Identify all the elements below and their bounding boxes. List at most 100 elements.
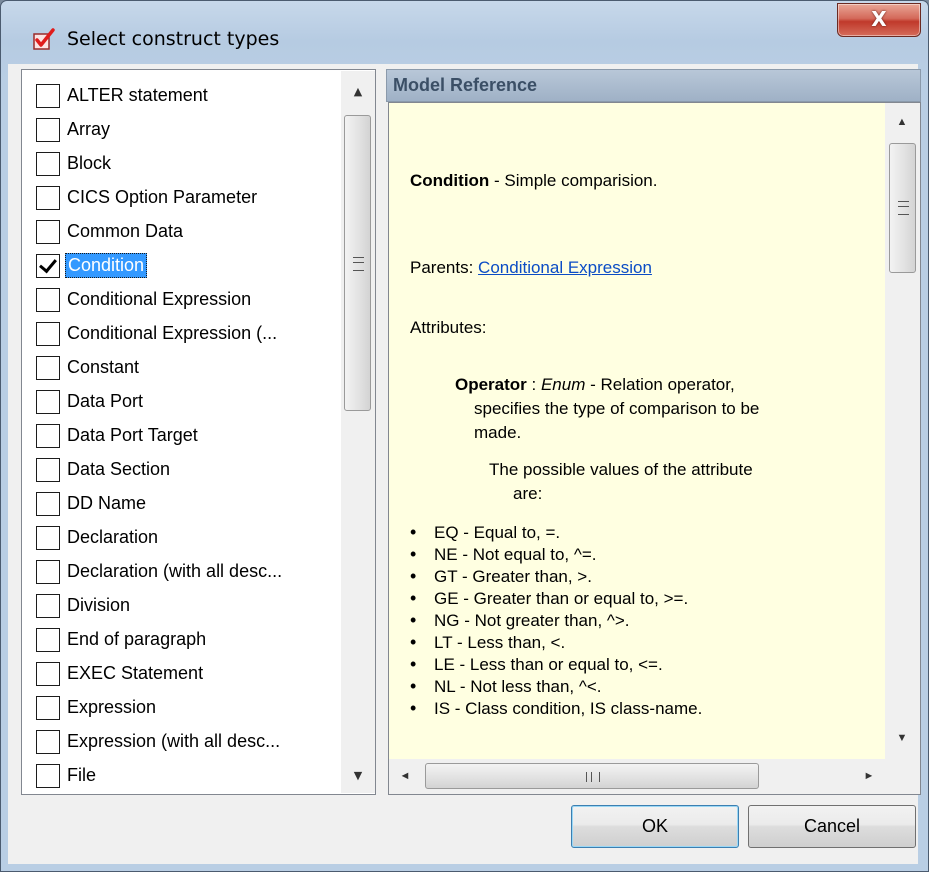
checkbox[interactable] — [36, 593, 60, 618]
list-item-label: CICS Option Parameter — [67, 187, 258, 207]
list-item-cics-option-parameter[interactable]: CICS Option Parameter — [36, 181, 259, 214]
checkbox[interactable] — [36, 151, 60, 176]
list-item-label: Division — [67, 595, 131, 615]
list-item-expression-all[interactable]: Expression (with all desc... — [36, 725, 282, 758]
checkbox[interactable] — [36, 117, 60, 142]
scrollbar-thumb[interactable] — [889, 143, 916, 273]
list-item-label: Declaration — [67, 527, 159, 547]
scroll-up-arrow-icon[interactable]: ▲ — [341, 77, 375, 107]
checkbox[interactable] — [36, 627, 60, 652]
attribute-sep: : — [526, 375, 541, 394]
list-item-label: File — [67, 765, 97, 785]
attribute-desc-line-3: made. — [474, 423, 522, 442]
list-item-label: Expression (with all desc... — [67, 731, 281, 751]
model-reference-panel: Condition - Simple comparision. Parents:… — [388, 102, 921, 795]
checkbox[interactable] — [36, 219, 60, 244]
checkbox-checked[interactable] — [36, 253, 60, 278]
list-item-label: Array — [67, 119, 111, 139]
scroll-left-arrow-icon[interactable]: ◄ — [391, 761, 419, 791]
list-item-exec-statement[interactable]: EXEC Statement — [36, 657, 205, 690]
attribute-type: Enum — [540, 375, 586, 394]
list-item-label: Data Port Target — [67, 425, 198, 445]
list-item-alter-statement[interactable]: ALTER statement — [36, 79, 210, 112]
attribute-desc: - Relation operator, — [585, 375, 735, 394]
scrollbar-thumb[interactable] — [344, 115, 371, 411]
parents-line: Parents: Conditional Expression — [410, 258, 652, 278]
possible-values-intro-2: are: — [513, 484, 543, 503]
list-item-label: EXEC Statement — [67, 663, 204, 683]
list-item-division[interactable]: Division — [36, 589, 132, 622]
checkbox[interactable] — [36, 83, 60, 108]
checkbox[interactable] — [36, 185, 60, 210]
list-item-expression[interactable]: Expression — [36, 691, 158, 724]
checkbox[interactable] — [36, 661, 60, 686]
scroll-down-arrow-icon[interactable]: ▼ — [341, 761, 375, 791]
checkbox[interactable] — [36, 491, 60, 516]
attribute-name: Operator — [455, 375, 527, 394]
reference-vertical-scrollbar[interactable]: ▲ ▼ — [885, 103, 920, 759]
close-icon: X — [871, 7, 887, 31]
list-item-data-port[interactable]: Data Port — [36, 385, 145, 418]
checkbox[interactable] — [36, 389, 60, 414]
list-item-end-of-paragraph[interactable]: End of paragraph — [36, 623, 208, 656]
parents-link[interactable]: Conditional Expression — [478, 258, 652, 277]
list-item-label: Data Port — [67, 391, 144, 411]
grip-icon — [586, 772, 600, 782]
checkbox[interactable] — [36, 695, 60, 720]
checkbox[interactable] — [36, 287, 60, 312]
construct-name: Condition — [410, 171, 490, 190]
list-item-condition[interactable]: Condition — [36, 249, 148, 282]
possible-values-intro: The possible values of the attribute — [489, 460, 753, 479]
scrollbar-thumb[interactable] — [425, 763, 759, 789]
checkmark-app-icon — [33, 28, 55, 50]
cancel-button[interactable]: Cancel — [748, 805, 916, 848]
list-item-declaration-all[interactable]: Declaration (with all desc... — [36, 555, 284, 588]
checkbox[interactable] — [36, 525, 60, 550]
list-item-label: End of paragraph — [67, 629, 207, 649]
checkbox[interactable] — [36, 457, 60, 482]
title-bar[interactable]: Select construct types — [1, 1, 928, 50]
list-item-dd-name[interactable]: DD Name — [36, 487, 148, 520]
close-button[interactable]: X — [837, 3, 921, 37]
attributes-label: Attributes: — [410, 318, 487, 337]
list-item-conditional-expression[interactable]: Conditional Expression — [36, 283, 253, 316]
checkbox[interactable] — [36, 559, 60, 584]
list-item-data-port-target[interactable]: Data Port Target — [36, 419, 200, 452]
list-item-label: Block — [67, 153, 112, 173]
model-reference-title: Model Reference — [393, 75, 538, 95]
list-item-label: Declaration (with all desc... — [67, 561, 283, 581]
list-item-data-section[interactable]: Data Section — [36, 453, 172, 486]
scrollbar-corner — [885, 759, 920, 794]
grip-icon — [353, 257, 364, 271]
list-item-declaration[interactable]: Declaration — [36, 521, 160, 554]
list-item-label: Constant — [67, 357, 140, 377]
list-item-block[interactable]: Block — [36, 147, 113, 180]
checkbox[interactable] — [36, 321, 60, 346]
list-item-array[interactable]: Array — [36, 113, 112, 146]
checkbox[interactable] — [36, 729, 60, 754]
attribute-line: Operator : Enum - Relation operator, — [455, 375, 735, 395]
list-item-label: DD Name — [67, 493, 147, 513]
ok-button[interactable]: OK — [571, 805, 739, 848]
checkbox[interactable] — [36, 763, 60, 788]
scroll-up-arrow-icon[interactable]: ▲ — [885, 107, 919, 137]
checkbox[interactable] — [36, 423, 60, 448]
list-item-common-data[interactable]: Common Data — [36, 215, 185, 248]
grip-icon — [898, 201, 909, 215]
checkbox[interactable] — [36, 355, 60, 380]
model-reference-header: Model Reference — [386, 69, 921, 102]
construct-type-list[interactable]: ALTER statement Array Block CICS Option … — [21, 69, 376, 795]
list-item-constant[interactable]: Constant — [36, 351, 141, 384]
list-item-conditional-expression-all[interactable]: Conditional Expression (... — [36, 317, 279, 350]
list-item-label: Condition — [65, 253, 148, 278]
list-item-label: ALTER statement — [67, 85, 208, 105]
list-item-label: Conditional Expression — [67, 289, 252, 309]
list-item-label: Common Data — [67, 221, 184, 241]
list-item-file[interactable]: File — [36, 759, 98, 792]
reference-horizontal-scrollbar[interactable]: ◄ ► — [389, 759, 885, 794]
scroll-down-arrow-icon[interactable]: ▼ — [885, 723, 919, 753]
window-title: Select construct types — [67, 28, 280, 50]
scroll-right-arrow-icon[interactable]: ► — [855, 761, 883, 791]
attribute-desc-line-2: specifies the type of comparison to be — [474, 399, 760, 418]
list-vertical-scrollbar[interactable]: ▲ ▼ — [341, 71, 375, 793]
